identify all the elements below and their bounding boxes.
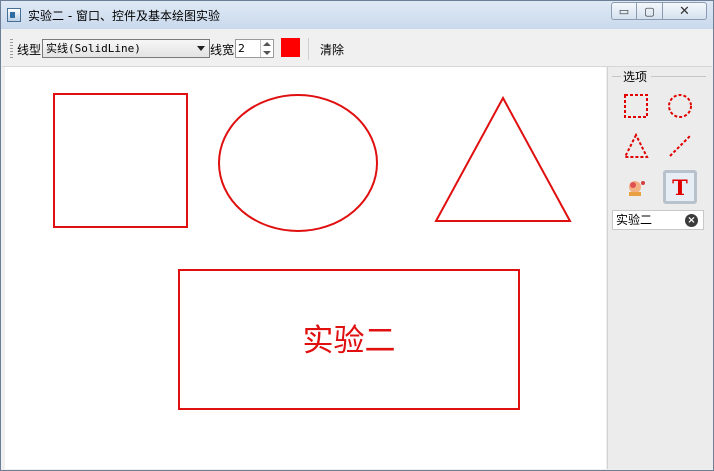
triangle-tool-button[interactable] — [619, 129, 653, 163]
clear-text-icon[interactable]: × — [685, 214, 698, 227]
title-bar[interactable]: 实验二 - 窗口、控件及基本绘图实验 ▭ ▢ ✕ — [1, 1, 713, 29]
line-width-value: 2 — [238, 42, 245, 55]
drawn-text: 实验二 — [303, 323, 396, 359]
dashed-rectangle-icon — [624, 94, 648, 118]
line-style-value: 实线(SolidLine) — [46, 42, 141, 55]
line-style-label: 线型 — [17, 43, 42, 57]
close-button[interactable]: ✕ — [663, 2, 707, 20]
text-tool-button[interactable]: T — [663, 170, 697, 204]
minimize-button[interactable]: ▭ — [611, 2, 637, 20]
toolbar: 线型 实线(SolidLine) 线宽 2 清除 — [2, 30, 712, 67]
app-icon — [7, 8, 21, 22]
line-style-select[interactable]: 实线(SolidLine) — [42, 39, 210, 58]
options-panel: 选项 T 实验二 × — [607, 67, 713, 469]
text-t-icon: T — [672, 174, 688, 200]
image-icon — [629, 181, 645, 196]
spin-down-icon[interactable] — [263, 51, 271, 55]
dashed-line-icon — [669, 135, 691, 157]
groupbox-border — [612, 76, 621, 77]
maximize-button[interactable]: ▢ — [637, 2, 663, 20]
rectangle-tool-button[interactable] — [619, 89, 653, 123]
spin-up-icon[interactable] — [263, 42, 271, 46]
drawing-canvas[interactable]: 实验二 — [5, 67, 606, 469]
window-title: 实验二 - 窗口、控件及基本绘图实验 — [28, 9, 220, 23]
text-input[interactable]: 实验二 × — [612, 210, 704, 230]
dashed-triangle-icon — [623, 133, 649, 158]
toolbar-grip-icon[interactable] — [10, 39, 13, 59]
clear-button[interactable]: 清除 — [320, 41, 344, 58]
panel-title: 选项 — [623, 70, 648, 84]
text-input-value: 实验二 — [616, 213, 653, 227]
line-width-label: 线宽 — [210, 43, 235, 57]
ellipse-tool-button[interactable] — [663, 89, 697, 123]
drawn-rectangle — [53, 93, 188, 228]
line-width-spinbox[interactable]: 2 — [235, 39, 274, 58]
groupbox-border — [651, 76, 706, 77]
color-picker-button[interactable] — [281, 38, 300, 57]
toolbar-separator — [308, 38, 309, 60]
dashed-circle-icon — [668, 94, 692, 118]
line-tool-button[interactable] — [663, 129, 697, 163]
image-tool-button[interactable] — [619, 170, 653, 204]
drawn-ellipse — [218, 94, 378, 232]
drawn-triangle — [434, 95, 572, 222]
main-window: 实验二 - 窗口、控件及基本绘图实验 ▭ ▢ ✕ 线型 实线(SolidLine… — [0, 0, 714, 471]
chevron-down-icon[interactable] — [197, 46, 205, 51]
